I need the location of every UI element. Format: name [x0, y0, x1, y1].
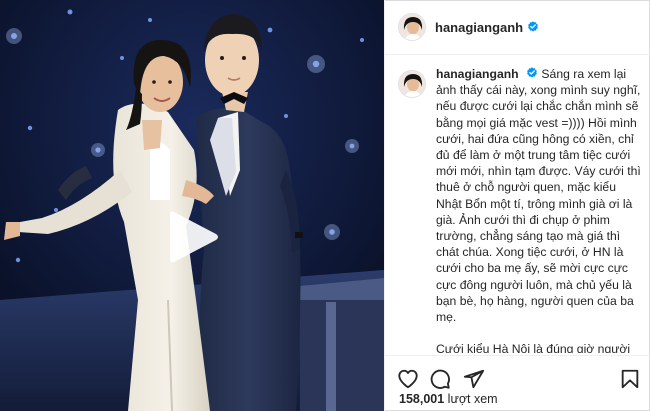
share-button[interactable] — [463, 368, 485, 390]
play-icon — [170, 211, 218, 263]
caption-text: hanagianganh Sáng ra xem lại ảnh thấy cá… — [436, 66, 641, 353]
verified-badge-icon — [527, 67, 537, 78]
post-header: hanagianganh — [385, 0, 650, 55]
caption-avatar[interactable] — [398, 70, 426, 98]
heart-icon — [398, 369, 418, 389]
view-count[interactable]: 158,001 lượt xem — [399, 392, 498, 406]
video-frame-image — [0, 0, 384, 411]
caption-paragraph-1: Sáng ra xem lại ảnh thấy cái này, xong m… — [436, 67, 641, 325]
bookmark-icon — [621, 369, 639, 389]
verified-badge-icon — [528, 21, 539, 32]
avatar-image — [399, 71, 425, 97]
like-button[interactable] — [397, 368, 419, 390]
avatar-image — [399, 14, 425, 40]
caption-section: hanagianganh Sáng ra xem lại ảnh thấy cá… — [385, 66, 650, 353]
view-count-number: 158,001 — [399, 392, 445, 406]
comment-button[interactable] — [429, 368, 451, 390]
comment-icon — [430, 369, 450, 389]
view-count-label: lượt xem — [447, 392, 498, 406]
post-username[interactable]: hanagianganh — [435, 20, 523, 35]
save-button[interactable] — [619, 368, 641, 390]
send-icon — [463, 369, 485, 389]
caption-username[interactable]: hanagianganh — [436, 67, 519, 81]
post-video[interactable] — [0, 0, 384, 411]
post-sidebar: hanagianganh hanagianganh Sáng ra xem lạ… — [384, 0, 650, 411]
play-button[interactable] — [168, 208, 220, 266]
caption-paragraph-2: Cưới kiểu Hà Nội là đúng giờ người ta đế… — [436, 342, 631, 353]
avatar[interactable] — [398, 13, 426, 41]
